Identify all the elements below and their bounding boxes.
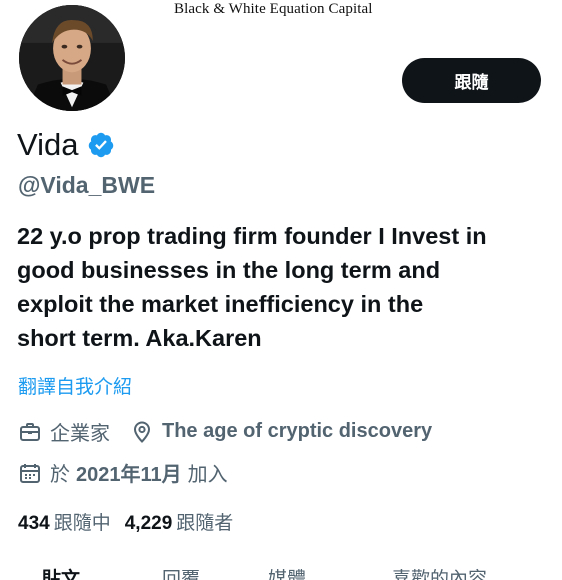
following-label: 跟隨中 <box>53 512 111 534</box>
bio: 22 y.o prop trading firm founder I Inves… <box>17 219 547 355</box>
bio-line: exploit the market inefficiency in the <box>17 291 424 317</box>
bio-line: good businesses in the long term and <box>17 257 441 283</box>
joined-suffix: 加入 <box>187 462 228 486</box>
avatar-image <box>19 5 125 111</box>
translate-bio-link[interactable]: 翻譯自我介紹 <box>18 372 132 399</box>
verified-badge-icon[interactable] <box>87 131 115 159</box>
followers-link[interactable]: 4,229 跟隨者 <box>125 508 234 535</box>
watermark-text: Black & White Equation Capital <box>174 1 373 17</box>
follow-stats: 434 跟隨中 4,229 跟隨者 <box>18 508 247 535</box>
profile-tabs: 貼文 回覆 媒體 喜歡的內容 <box>0 562 562 580</box>
name-row: Vida <box>17 127 115 163</box>
following-count: 434 <box>18 513 50 534</box>
profile-handle: @Vida_BWE <box>18 172 156 198</box>
tab-likes[interactable]: 喜歡的內容 <box>392 564 487 580</box>
avatar[interactable] <box>16 2 128 114</box>
briefcase-icon <box>20 422 40 441</box>
bio-line: short term. Aka.Karen <box>17 325 262 351</box>
location-pin-icon <box>133 420 151 443</box>
profile-joined-row: 於 2021年11月 加入 <box>18 458 228 487</box>
followers-label: 跟隨者 <box>176 512 234 534</box>
tab-replies[interactable]: 回覆 <box>162 564 200 580</box>
display-name: Vida <box>17 127 79 162</box>
bio-line: 22 y.o prop trading firm founder I Inves… <box>17 223 487 249</box>
tab-posts[interactable]: 貼文 <box>42 564 80 580</box>
joined-date: 2021年11月 <box>76 464 182 486</box>
joined-prefix: 於 <box>50 462 70 486</box>
calendar-icon <box>20 463 40 483</box>
tab-media[interactable]: 媒體 <box>268 564 306 580</box>
profile-meta-row: 企業家 The age of cryptic discovery <box>18 417 432 446</box>
follow-button[interactable]: 跟隨 <box>402 58 541 103</box>
profile-category: 企業家 <box>50 421 110 445</box>
profile-location: The age of cryptic discovery <box>162 420 433 442</box>
following-link[interactable]: 434 跟隨中 <box>18 508 111 535</box>
followers-count: 4,229 <box>124 513 173 534</box>
